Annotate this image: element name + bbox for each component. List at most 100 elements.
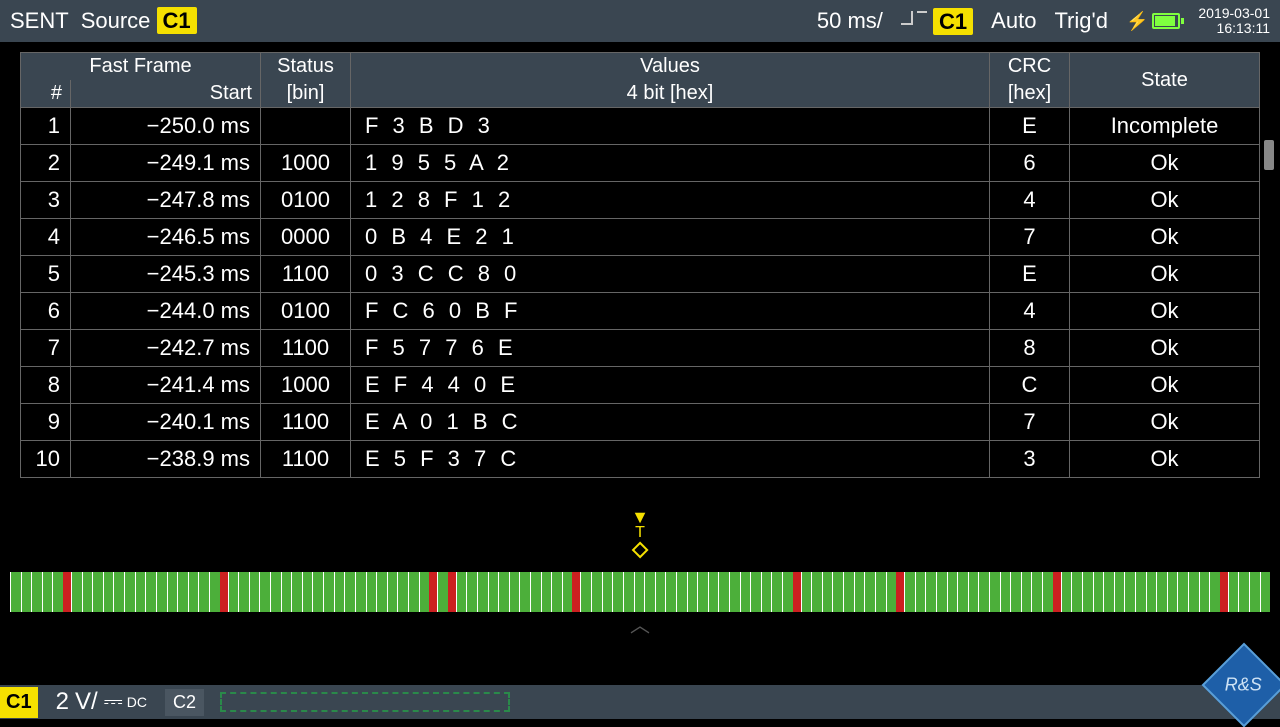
- frame-ok-segment: [103, 572, 114, 612]
- frame-ok-segment: [665, 572, 676, 612]
- header-status-sub: [bin]: [261, 80, 351, 108]
- battery-status: ⚡: [1126, 11, 1180, 32]
- c2-placeholder[interactable]: [220, 692, 510, 712]
- cell-state: Ok: [1070, 330, 1260, 367]
- frame-ok-segment: [1260, 572, 1270, 612]
- datetime: 2019-03-01 16:13:11: [1198, 6, 1270, 36]
- table-row[interactable]: 10−238.9 ms1100E 5 F 3 7 C3Ok: [21, 441, 1260, 478]
- decode-table[interactable]: Fast Frame Status Values CRC State # Sta…: [20, 52, 1260, 478]
- cell-start: −242.7 ms: [71, 330, 261, 367]
- cell-num: 2: [21, 145, 71, 182]
- cell-values: F 5 7 7 6 E: [351, 330, 990, 367]
- cell-num: 1: [21, 108, 71, 145]
- header-fast-frame: Fast Frame: [21, 53, 261, 81]
- frame-ok-segment: [456, 572, 467, 612]
- cell-num: 4: [21, 219, 71, 256]
- frame-ok-segment: [1167, 572, 1178, 612]
- table-row[interactable]: 5−245.3 ms11000 3 C C 8 0EOk: [21, 256, 1260, 293]
- frame-ok-segment: [376, 572, 387, 612]
- frame-error-segment: [1053, 572, 1061, 612]
- waveform-area: ▼ T ︿: [0, 510, 1280, 670]
- frame-ok-segment: [1156, 572, 1167, 612]
- timebase[interactable]: 50 ms/: [817, 8, 883, 34]
- cell-state: Ok: [1070, 293, 1260, 330]
- protocol-label[interactable]: SENT: [10, 8, 69, 34]
- cell-crc: 3: [990, 441, 1070, 478]
- frame-ok-segment: [562, 572, 573, 612]
- table-row[interactable]: 6−244.0 ms0100F C 6 0 B F4Ok: [21, 293, 1260, 330]
- frame-ok-segment: [915, 572, 926, 612]
- trigger-diamond-icon: [632, 542, 649, 559]
- frame-ok-segment: [291, 572, 302, 612]
- frame-ok-segment: [1135, 572, 1146, 612]
- frame-ok-segment: [687, 572, 698, 612]
- cell-crc: 7: [990, 404, 1070, 441]
- rising-edge-icon: [901, 7, 927, 29]
- frame-ok-segment: [904, 572, 915, 612]
- table-row[interactable]: 9−240.1 ms1100E A 0 1 B C7Ok: [21, 404, 1260, 441]
- frame-ok-segment: [209, 572, 220, 612]
- frame-ok-segment: [31, 572, 42, 612]
- cell-crc: C: [990, 367, 1070, 404]
- brand-logo-text: R&S: [1225, 674, 1262, 695]
- top-right-group: 50 ms/ C1 Auto Trig'd ⚡ 2019-03-01 16:13…: [817, 6, 1270, 36]
- cell-status: [261, 108, 351, 145]
- trigger-mode[interactable]: Auto: [991, 8, 1036, 34]
- c1-badge[interactable]: C1: [0, 687, 38, 718]
- frame-ok-segment: [740, 572, 751, 612]
- cell-status: 1100: [261, 404, 351, 441]
- table-row[interactable]: 8−241.4 ms1000E F 4 4 0 ECOk: [21, 367, 1260, 404]
- cell-values: E A 0 1 B C: [351, 404, 990, 441]
- frame-ok-segment: [92, 572, 103, 612]
- cell-num: 7: [21, 330, 71, 367]
- frame-ok-segment: [387, 572, 398, 612]
- cell-start: −241.4 ms: [71, 367, 261, 404]
- trigger-edge-group[interactable]: C1: [901, 7, 973, 35]
- frame-ok-segment: [551, 572, 562, 612]
- c2-badge[interactable]: C2: [165, 689, 204, 716]
- frame-error-segment: [429, 572, 437, 612]
- c1-info[interactable]: 2 V/ ⎓ DC: [48, 688, 155, 716]
- frame-ok-segment: [1042, 572, 1053, 612]
- frame-ok-segment: [832, 572, 843, 612]
- frame-ok-segment: [259, 572, 270, 612]
- frame-ok-segment: [408, 572, 419, 612]
- table-header: Fast Frame Status Values CRC State # Sta…: [21, 53, 1260, 108]
- table-row[interactable]: 4−246.5 ms00000 B 4 E 2 17Ok: [21, 219, 1260, 256]
- frame-error-segment: [572, 572, 580, 612]
- frame-ok-segment: [1082, 572, 1093, 612]
- cell-crc: 7: [990, 219, 1070, 256]
- expand-handle-icon[interactable]: ︿: [630, 609, 650, 638]
- frame-ok-segment: [1010, 572, 1021, 612]
- scrollbar-thumb[interactable]: [1264, 140, 1274, 170]
- cell-state: Ok: [1070, 219, 1260, 256]
- cell-values: F C 6 0 B F: [351, 293, 990, 330]
- cell-crc: 4: [990, 293, 1070, 330]
- source-group[interactable]: Source C1: [81, 8, 197, 34]
- trigger-marker[interactable]: ▼ T: [631, 510, 649, 556]
- frame-ok-segment: [989, 572, 1000, 612]
- table-row[interactable]: 7−242.7 ms1100F 5 7 7 6 E8Ok: [21, 330, 1260, 367]
- frame-error-segment: [220, 572, 228, 612]
- frame-ok-segment: [1177, 572, 1188, 612]
- battery-icon: [1152, 13, 1180, 29]
- frame-ok-segment: [228, 572, 239, 612]
- table-row[interactable]: 2−249.1 ms10001 9 5 5 A 26Ok: [21, 145, 1260, 182]
- frame-ok-segment: [676, 572, 687, 612]
- cell-status: 0000: [261, 219, 351, 256]
- cell-crc: E: [990, 256, 1070, 293]
- frame-ok-segment: [1021, 572, 1032, 612]
- frame-ok-segment: [708, 572, 719, 612]
- frame-ok-segment: [580, 572, 591, 612]
- bottom-bar: C1 2 V/ ⎓ DC C2: [0, 685, 1280, 719]
- cell-state: Ok: [1070, 404, 1260, 441]
- frame-ok-segment: [344, 572, 355, 612]
- frame-ok-segment: [644, 572, 655, 612]
- table-body: 1−250.0 msF 3 B D 3EIncomplete2−249.1 ms…: [21, 108, 1260, 478]
- frame-ok-segment: [864, 572, 875, 612]
- frame-ok-segment: [655, 572, 666, 612]
- table-row[interactable]: 1−250.0 msF 3 B D 3EIncomplete: [21, 108, 1260, 145]
- table-row[interactable]: 3−247.8 ms01001 2 8 F 1 24Ok: [21, 182, 1260, 219]
- decoded-waveform[interactable]: [10, 572, 1270, 612]
- frame-ok-segment: [1061, 572, 1072, 612]
